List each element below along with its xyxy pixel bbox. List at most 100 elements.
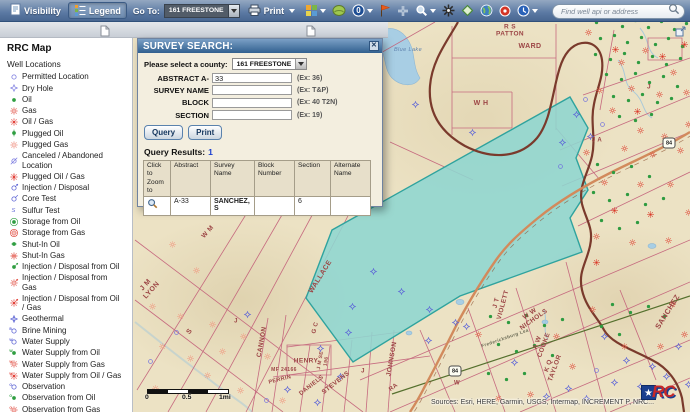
goto-county-dropdown[interactable]: 161 FREESTONE (164, 4, 240, 18)
survey-name-field[interactable] (212, 85, 292, 95)
table-row: A-33SANCHEZ, S6 (144, 197, 371, 216)
search-input[interactable] (561, 7, 668, 16)
well-symbol-icon (6, 194, 22, 204)
print-caret-icon (289, 9, 295, 13)
legend-item-label: Injection / Disposal (22, 183, 89, 193)
legend-item[interactable]: Plugged Gas (6, 140, 132, 150)
apps-grid-icon[interactable] (305, 4, 326, 17)
legend-item[interactable]: WWater Supply from Oil / Gas (6, 371, 132, 381)
legend-item[interactable]: Shut-In Oil (6, 239, 132, 249)
zoom-to-result-icon[interactable] (144, 197, 171, 216)
legend-item-label: Storage from Gas (22, 228, 85, 238)
crosshair-icon[interactable] (397, 5, 409, 17)
legend-item[interactable]: WWater Supply (6, 337, 132, 347)
table-cell: SANCHEZ, S (211, 197, 255, 216)
legend-item[interactable]: OObservation from Gas (6, 405, 132, 412)
county-select-label: Please select a county: (144, 60, 228, 69)
county-select-button[interactable] (295, 59, 306, 69)
well-symbol-icon (6, 140, 22, 150)
legend-item-label: Gas (22, 106, 37, 116)
top-toolbar: Visibility Legend Go To: 161 FREESTONE P… (0, 0, 690, 22)
legend-item[interactable]: Storage from Gas (6, 228, 132, 238)
legend-item-label: Core Test (22, 194, 56, 204)
legend-item[interactable]: Geothermal (6, 314, 132, 324)
column-header: Click to Zoom to (144, 161, 171, 197)
legend-item[interactable]: Oil (6, 95, 132, 105)
legend-item[interactable]: Injection / Disposal from Oil/ Gas (6, 294, 132, 313)
well-symbol-icon (6, 172, 22, 182)
legend-item[interactable]: WWater Supply from Oil (6, 348, 132, 358)
legend-item[interactable]: Injection / Disposal (6, 183, 132, 193)
svg-text:W: W (9, 372, 13, 376)
magnifier-icon[interactable] (415, 4, 436, 17)
close-icon[interactable]: ✕ (369, 41, 379, 51)
legend-button[interactable]: Legend (68, 2, 127, 19)
legend-label: Legend (89, 6, 121, 16)
visibility-label: Visibility (24, 6, 61, 16)
starburst-icon[interactable] (442, 4, 455, 17)
legend-item-label: Sulfur Test (22, 206, 60, 216)
print-button[interactable]: Print (243, 2, 301, 19)
stop-icon[interactable] (499, 5, 511, 17)
visibility-button[interactable]: Visibility (5, 2, 66, 19)
globe-icon[interactable] (480, 4, 493, 17)
flag-icon[interactable] (379, 4, 391, 17)
search-icon[interactable] (668, 2, 680, 20)
results-count: 1 (208, 147, 213, 157)
legend-item[interactable]: Core Test (6, 194, 132, 204)
legend-item[interactable]: Plugged Oil / Gas (6, 172, 132, 182)
block-field[interactable] (212, 98, 292, 108)
legend-item-label: Dry Hole (22, 84, 53, 94)
basemap-icon[interactable] (332, 4, 346, 17)
county-select[interactable]: 161 FREESTONE (232, 58, 308, 70)
legend-item[interactable]: OObservation from Oil (6, 393, 132, 403)
survey-name-field-example: (Ex: T&P) (297, 87, 329, 94)
legend-item[interactable]: Oil / Gas (6, 117, 132, 127)
column-header: Alternate Name (331, 161, 371, 197)
history-icon[interactable] (517, 4, 538, 17)
well-symbol-icon: O (6, 393, 22, 403)
well-symbol-icon (6, 217, 22, 227)
print-results-button[interactable]: Print (188, 125, 222, 140)
legend-item[interactable]: Shut-In Gas (6, 251, 132, 261)
column-header: Abstract (171, 161, 211, 197)
scale-tick: 1mi (219, 394, 231, 401)
legend-item[interactable]: Dry Hole (6, 83, 132, 93)
counter-badge-caret (367, 9, 373, 13)
goto-county-value: 161 FREESTONE (164, 4, 229, 18)
legend-item-label: Water Supply from Gas (22, 360, 105, 370)
legend-item-label: Shut-In Gas (22, 251, 65, 261)
abstract-field[interactable] (212, 73, 292, 83)
legend-item[interactable]: Injection / Disposal fromGas (6, 273, 132, 292)
well-symbol-icon: O (6, 405, 22, 412)
counter-badge[interactable]: 0 (352, 4, 373, 17)
county-select-value: 161 FREESTONE (233, 61, 296, 68)
legend-item[interactable]: SSulfur Test (6, 205, 132, 215)
legend-item[interactable]: Plugged Oil (6, 128, 132, 138)
legend-items: Permitted Location Dry HoleOilGasOil / Ga… (6, 72, 132, 412)
legend-item[interactable]: Canceled / AbandonedLocation (6, 151, 132, 170)
popout-icon[interactable] (675, 24, 686, 42)
legend-item-label: Brine Mining (22, 326, 66, 336)
well-symbol-icon (6, 239, 22, 249)
goto-county-dropdown-button[interactable] (229, 4, 240, 18)
survey-search-dialog: SURVEY SEARCH: ✕ Please select a county:… (137, 38, 383, 207)
legend-item[interactable]: BBrine Mining (6, 326, 132, 336)
section-field[interactable] (212, 110, 292, 120)
svg-text:O: O (9, 394, 12, 398)
legend-item[interactable]: Injection / Disposal from Oil (6, 262, 132, 272)
legend-item[interactable]: Permitted Location (6, 72, 132, 82)
query-button[interactable]: Query (144, 125, 183, 140)
block-field-label: BLOCK (138, 98, 212, 107)
well-symbol-icon (6, 128, 22, 138)
legend-item-label: Geothermal (22, 314, 64, 324)
well-symbol-icon (6, 156, 22, 166)
legend-item[interactable]: WWater Supply from Gas (6, 359, 132, 369)
dialog-titlebar[interactable]: SURVEY SEARCH: ✕ (138, 39, 382, 53)
section-field-example: (Ex: 19) (297, 112, 322, 119)
legend-item[interactable]: Storage from Oil (6, 217, 132, 227)
legend-item[interactable]: Gas (6, 106, 132, 116)
scale-tick: 0.5 (182, 394, 191, 401)
diamond-icon[interactable] (461, 4, 474, 17)
legend-item[interactable]: OObservation (6, 382, 132, 392)
